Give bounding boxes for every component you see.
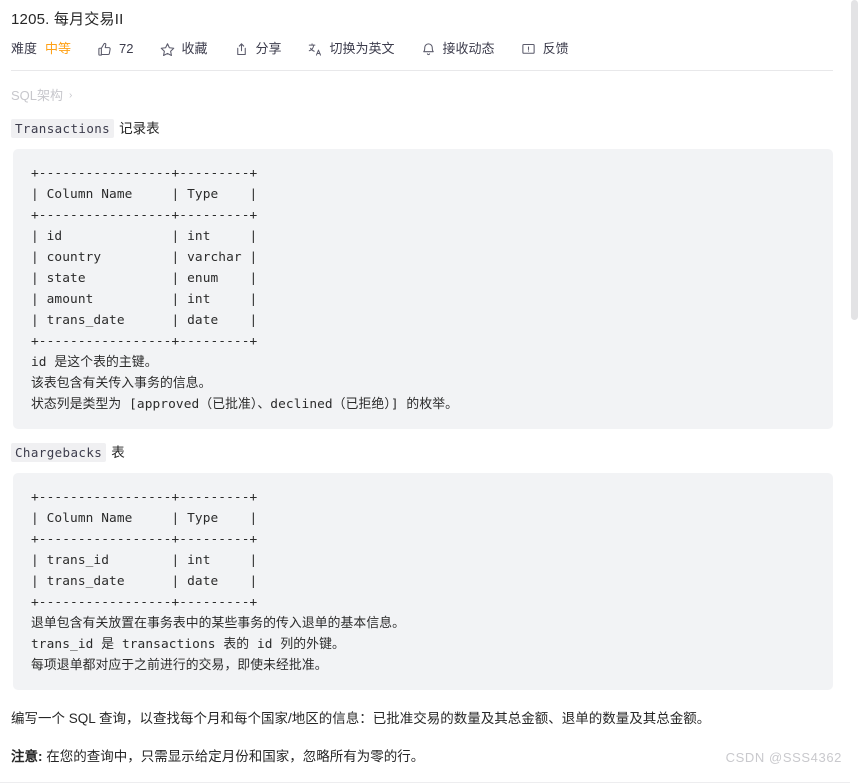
problem-note-label: 注意: [11,749,43,764]
problem-meta-toolbar: 难度 中等 72 收藏 分享 切换为英文 接收动态 反馈 [0,30,850,58]
difficulty-label: 难度 [11,41,38,56]
like-count: 72 [119,41,134,56]
transactions-table-label: Transactions 记录表 [0,105,850,139]
share-button[interactable]: 分享 [234,40,282,58]
thumbs-up-icon [97,42,112,57]
problem-description: 编写一个 SQL 查询，以查找每个月和每个国家/地区的信息：已批准交易的数量及其… [0,690,850,768]
transactions-label-suffix: 记录表 [119,121,160,136]
chargebacks-label-suffix: 表 [111,445,125,460]
subscribe-label: 接收动态 [442,41,495,56]
problem-note: 注意: 在您的查询中，只需显示给定月份和国家，忽略所有为零的行。 [11,746,850,768]
star-icon [160,42,175,57]
chargebacks-code-chip: Chargebacks [11,443,107,462]
favorite-label: 收藏 [181,41,208,56]
bell-icon [421,42,436,57]
translate-label: 切换为英文 [329,41,395,56]
translate-icon [308,42,323,57]
chevron-right-icon: › [69,90,73,101]
feedback-label: 反馈 [542,41,569,56]
csdn-watermark: CSDN @SSS4362 [725,750,842,765]
feedback-icon [521,42,536,57]
feedback-button[interactable]: 反馈 [521,40,569,58]
share-icon [234,42,249,57]
translate-button[interactable]: 切换为英文 [308,40,395,58]
page-scrollbar-thumb[interactable] [851,0,858,320]
difficulty-badge: 难度 中等 [11,40,71,58]
difficulty-value: 中等 [45,41,72,56]
chargebacks-table-label: Chargebacks 表 [0,429,850,463]
transactions-code-chip: Transactions [11,119,115,138]
like-button[interactable]: 72 [97,40,134,58]
problem-question-text: 编写一个 SQL 查询，以查找每个月和每个国家/地区的信息：已批准交易的数量及其… [11,711,711,726]
sql-schema-label: SQL架构 [11,88,64,103]
share-label: 分享 [255,41,282,56]
problem-note-text: 在您的查询中，只需显示给定月份和国家，忽略所有为零的行。 [42,749,425,764]
page-title: 1205. 每月交易II [11,11,124,28]
sql-schema-toggle[interactable]: SQL架构 › [0,71,850,105]
problem-page: 1205. 每月交易II 难度 中等 72 收藏 分享 切换为英文 接收动态 反… [0,0,850,783]
chargebacks-schema-block: +-----------------+---------+ | Column N… [13,473,833,690]
subscribe-button[interactable]: 接收动态 [421,40,495,58]
transactions-schema-block: +-----------------+---------+ | Column N… [13,149,833,429]
favorite-button[interactable]: 收藏 [160,40,208,58]
